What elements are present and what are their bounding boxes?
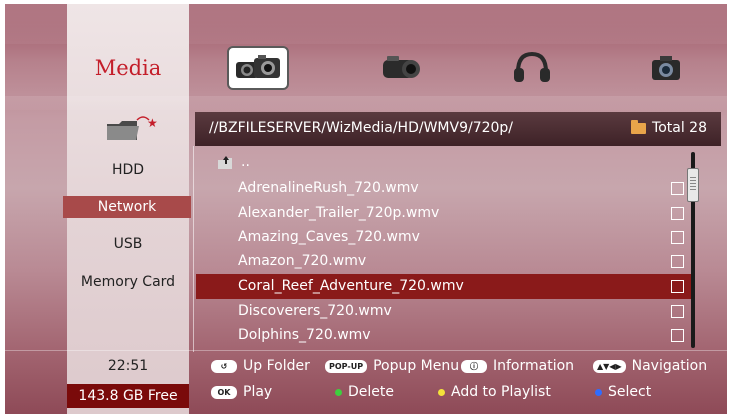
hint-navigation: ▲▼◀▶ Navigation [593, 358, 707, 374]
file-row-selected[interactable]: Coral_Reef_Adventure_720.wmv [196, 274, 694, 299]
file-row[interactable]: AdrenalineRush_720.wmv [196, 176, 694, 201]
footer-divider [5, 350, 727, 351]
clock: 22:51 [107, 358, 149, 374]
hint-popup-menu: POP-UP Popup Menu [325, 358, 459, 374]
hint-label: Information [493, 358, 575, 374]
hint-label: Popup Menu [373, 358, 460, 374]
source-usb[interactable]: USB [67, 236, 189, 252]
file-row[interactable]: Amazon_720.wmv [196, 249, 694, 274]
tab-music[interactable] [501, 46, 563, 90]
return-key-icon: ↺ [211, 359, 237, 373]
yellow-key-icon [438, 388, 445, 396]
headphones-icon [514, 51, 550, 82]
folder-icon: ★ [107, 116, 157, 140]
source-memory-card[interactable]: Memory Card [67, 274, 189, 290]
total-count: Total 28 [631, 119, 707, 136]
file-checkbox[interactable] [671, 255, 684, 268]
hint-label: Up Folder [243, 358, 310, 374]
scrollbar-thumb[interactable] [687, 168, 699, 202]
current-path: //BZFILESERVER/WizMedia/HD/WMV9/720p/ [209, 120, 514, 136]
hint-information: ⓘ Information [461, 358, 574, 374]
camcorder-icon [383, 56, 420, 78]
parent-folder-label: .. [241, 154, 250, 170]
file-name: Dolphins_720.wmv [238, 327, 371, 343]
blue-key-icon [595, 388, 602, 396]
file-checkbox[interactable] [671, 305, 684, 318]
hint-delete: Delete [335, 384, 394, 400]
file-checkbox[interactable] [671, 280, 684, 293]
file-checkbox[interactable] [671, 207, 684, 220]
ok-key-icon: OK [211, 385, 237, 399]
parent-folder-row[interactable]: .. [217, 154, 250, 170]
total-label: Total 28 [652, 120, 707, 136]
hint-label: Delete [348, 384, 394, 400]
file-checkbox[interactable] [671, 231, 684, 244]
hint-label: Play [243, 384, 273, 400]
source-hdd[interactable]: HDD [67, 162, 189, 178]
file-name: AdrenalineRush_720.wmv [238, 180, 419, 196]
file-row[interactable]: Discoverers_720.wmv [196, 299, 694, 324]
svg-text:★: ★ [147, 116, 157, 130]
hint-label: Navigation [631, 358, 708, 374]
file-name: Alexander_Trailer_720p.wmv [238, 205, 440, 221]
folder-small-icon [631, 119, 647, 134]
tab-photo[interactable] [635, 46, 697, 90]
hint-select: Select [595, 384, 651, 400]
tab-video[interactable] [370, 46, 432, 90]
arrow-keys-icon: ▲▼◀▶ [593, 359, 626, 373]
free-space: 143.8 GB Free [67, 384, 189, 408]
tab-photo-video[interactable] [227, 46, 289, 90]
camera-icon [652, 56, 680, 80]
hint-label: Add to Playlist [451, 384, 551, 400]
file-name: Discoverers_720.wmv [238, 303, 392, 319]
file-row[interactable]: Amazing_Caves_720.wmv [196, 225, 694, 250]
hint-play: OK Play [211, 384, 272, 400]
hint-up-folder: ↺ Up Folder [211, 358, 310, 374]
file-checkbox[interactable] [671, 329, 684, 342]
green-key-icon [335, 388, 342, 396]
file-name: Coral_Reef_Adventure_720.wmv [238, 278, 464, 294]
column-divider [193, 146, 194, 352]
hint-add-to-playlist: Add to Playlist [438, 384, 551, 400]
file-row[interactable]: Alexander_Trailer_720p.wmv [196, 201, 694, 226]
photo-video-camera-icon [236, 55, 280, 78]
path-bar: //BZFILESERVER/WizMedia/HD/WMV9/720p/ To… [195, 112, 721, 146]
file-row[interactable]: Dolphins_720.wmv [196, 323, 694, 348]
popup-key-icon: POP-UP [325, 359, 368, 373]
source-network[interactable]: Network [63, 196, 191, 218]
hint-label: Select [608, 384, 652, 400]
section-title: Media [94, 56, 162, 80]
file-checkbox[interactable] [671, 182, 684, 195]
mid-band [5, 96, 727, 110]
media-browser-screen: Media ★ //BZFILESERVER/WizMedia/HD/WMV9/… [5, 4, 727, 414]
parent-folder-icon [218, 156, 232, 169]
info-key-icon: ⓘ [461, 359, 487, 373]
file-name: Amazon_720.wmv [238, 253, 367, 269]
file-name: Amazing_Caves_720.wmv [238, 229, 420, 245]
